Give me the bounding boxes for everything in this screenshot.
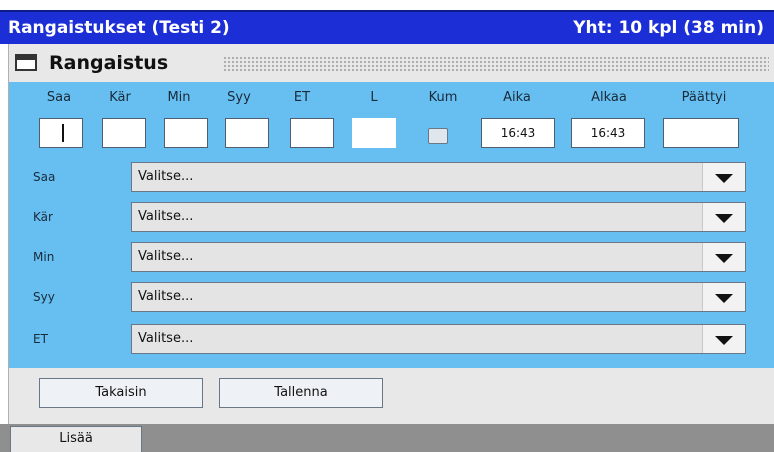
chevron-down-icon[interactable] <box>702 243 745 271</box>
saa-input[interactable] <box>39 118 83 148</box>
alkaa-input[interactable]: 16:43 <box>571 118 645 148</box>
kar-select[interactable]: Valitse... <box>131 202 746 232</box>
penalty-panel: Rangaistus Saa Kär Min Syy ET L Kum Aika… <box>8 44 774 424</box>
chevron-down-icon[interactable] <box>702 283 745 311</box>
saa-select[interactable]: Valitse... <box>131 162 746 192</box>
tab-lisaa[interactable]: Lisää <box>10 426 142 452</box>
window-icon <box>15 54 37 71</box>
l-input[interactable] <box>352 118 396 148</box>
kum-checkbox[interactable] <box>428 128 448 144</box>
label-aika: Aika <box>503 90 531 105</box>
top-strip <box>0 0 774 10</box>
select-label-saa: Saa <box>33 170 56 184</box>
window-titlebar: Rangaistukset (Testi 2) Yht: 10 kpl (38 … <box>0 10 774 44</box>
select-label-syy: Syy <box>33 290 55 304</box>
dialog-header: Rangaistus <box>9 48 774 78</box>
min-input[interactable] <box>164 118 208 148</box>
label-et: ET <box>293 90 311 105</box>
min-select[interactable]: Valitse... <box>131 242 746 272</box>
label-paattyi: Päättyi <box>681 90 727 105</box>
et-select[interactable]: Valitse... <box>131 324 746 354</box>
chevron-down-icon[interactable] <box>702 163 745 191</box>
chevron-down-icon[interactable] <box>702 203 745 231</box>
select-label-min: Min <box>33 250 55 264</box>
kar-input[interactable] <box>102 118 146 148</box>
label-syy: Syy <box>227 90 251 105</box>
total-summary: Yht: 10 kpl (38 min) <box>573 18 764 38</box>
label-kum: Kum <box>428 90 458 105</box>
header-pattern <box>223 56 769 72</box>
text-cursor <box>62 124 64 142</box>
min-select-value: Valitse... <box>138 249 194 264</box>
bottom-bar: Lisää <box>0 424 774 452</box>
select-label-et: ET <box>33 332 48 346</box>
label-min: Min <box>167 90 191 105</box>
select-label-kar: Kär <box>33 210 53 224</box>
kar-select-value: Valitse... <box>138 209 194 224</box>
label-l: L <box>370 90 378 105</box>
label-kar: Kär <box>109 90 131 105</box>
chevron-down-icon[interactable] <box>702 325 745 353</box>
aika-input[interactable]: 16:43 <box>481 118 555 148</box>
saa-select-value: Valitse... <box>138 169 194 184</box>
syy-select[interactable]: Valitse... <box>131 282 746 312</box>
syy-select-value: Valitse... <box>138 289 194 304</box>
penalty-form: Saa Kär Min Syy ET L Kum Aika Alkaa Päät… <box>9 82 774 368</box>
label-alkaa: Alkaa <box>591 90 627 105</box>
label-saa: Saa <box>46 90 72 105</box>
dialog-title: Rangaistus <box>49 52 169 74</box>
syy-input[interactable] <box>225 118 269 148</box>
back-button[interactable]: Takaisin <box>39 378 203 408</box>
et-select-value: Valitse... <box>138 331 194 346</box>
et-input[interactable] <box>290 118 334 148</box>
window-title: Rangaistukset (Testi 2) <box>8 18 230 38</box>
save-button[interactable]: Tallenna <box>219 378 383 408</box>
paattyi-input[interactable] <box>663 118 739 148</box>
